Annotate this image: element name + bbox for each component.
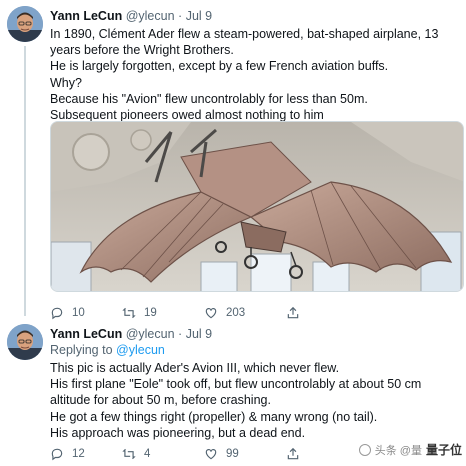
- tweet-line: Why?: [50, 75, 82, 90]
- tweet-timestamp[interactable]: Jul 9: [186, 327, 212, 341]
- tweet-line: altitude for about 50 m, before crashing…: [50, 393, 271, 408]
- author-name[interactable]: Yann LeCun: [50, 9, 122, 23]
- reply-button[interactable]: 12: [50, 446, 85, 462]
- author-handle[interactable]: @ylecun: [126, 327, 175, 341]
- watermark-logo-icon: [358, 443, 371, 456]
- tweet-text: In 1890, Clément Ader flew a steam-power…: [50, 26, 460, 123]
- author-name[interactable]: Yann LeCun: [50, 327, 122, 341]
- avatar[interactable]: [7, 6, 43, 42]
- avion-photo: [51, 122, 463, 291]
- share-button[interactable]: [286, 446, 300, 462]
- watermark-brand: 量子位: [425, 443, 462, 457]
- tweet-line: Because his "Avion" flew uncontrolably f…: [50, 91, 368, 106]
- avatar-photo: [7, 6, 43, 42]
- watermark-prefix: 头条 @量: [374, 444, 422, 457]
- share-icon: [287, 447, 299, 460]
- tweet-line: This pic is actually Ader's Avion III, w…: [50, 361, 340, 375]
- header-separator: ·: [178, 9, 183, 23]
- tweet-original[interactable]: Yann LeCun @ylecun · Jul 9 In 1890, Clém…: [0, 0, 466, 320]
- tweet-line: In 1890, Clément Ader flew a steam-power…: [50, 27, 439, 41]
- tweet-timestamp[interactable]: Jul 9: [186, 9, 212, 23]
- watermark: 头条 @量 量子位: [358, 441, 462, 458]
- retweet-button[interactable]: 4: [122, 446, 150, 462]
- tweet-line: His approach was pioneering, but a dead …: [50, 425, 306, 440]
- header-separator: ·: [178, 327, 183, 341]
- author-handle[interactable]: @ylecun: [126, 9, 175, 23]
- tweet-line: He got a few things right (propeller) & …: [50, 409, 378, 424]
- replying-to: Replying to @ylecun: [50, 343, 165, 357]
- like-icon: [205, 449, 217, 460]
- replying-to-mention[interactable]: @ylecun: [116, 343, 165, 357]
- retweet-icon: [122, 448, 136, 460]
- tweet-line: years before the Wright Brothers.: [50, 43, 234, 58]
- tweet-header: Yann LeCun @ylecun · Jul 9: [50, 326, 212, 342]
- avatar-photo: [7, 324, 43, 360]
- tweet-header: Yann LeCun @ylecun · Jul 9: [50, 8, 212, 24]
- like-button[interactable]: 99: [204, 446, 239, 462]
- tweet-line: He is largely forgotten, except by a few…: [50, 59, 389, 74]
- tweet-text: This pic is actually Ader's Avion III, w…: [50, 360, 460, 441]
- thread-connector-line: [24, 46, 26, 316]
- tweet-line: His first plane "Eole" took off, but fle…: [50, 377, 422, 392]
- reply-icon: [51, 448, 63, 461]
- avatar[interactable]: [7, 324, 43, 360]
- retweet-count: 4: [144, 448, 151, 460]
- tweet-media-image[interactable]: [50, 121, 464, 292]
- replying-label: Replying to: [50, 343, 113, 357]
- like-count: 99: [226, 448, 239, 460]
- reply-count: 12: [72, 448, 85, 460]
